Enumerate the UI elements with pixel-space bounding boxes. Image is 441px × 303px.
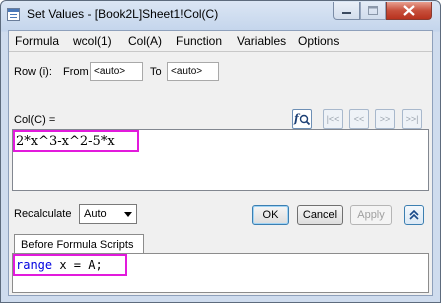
tab-before-formula-scripts[interactable]: Before Formula Scripts <box>14 234 144 254</box>
previous-icon: << <box>353 114 365 124</box>
minimize-icon <box>342 12 351 14</box>
first-icon: |<< <box>326 114 340 124</box>
next-icon: >> <box>379 114 391 124</box>
next-button[interactable]: >> <box>375 109 395 129</box>
collapse-button[interactable] <box>404 205 424 225</box>
menu-function[interactable]: Function <box>176 34 222 48</box>
maximize-icon <box>368 6 378 15</box>
close-button[interactable] <box>386 2 432 20</box>
double-chevron-up-icon <box>409 209 419 220</box>
previous-button[interactable]: << <box>349 109 369 129</box>
last-button[interactable]: >>| <box>402 109 422 129</box>
dialog-client: Formula wcol(1) Col(A) Function Variable… <box>8 30 433 296</box>
recalculate-select[interactable]: Auto <box>79 204 137 224</box>
menu-formula[interactable]: Formula <box>15 34 59 48</box>
menu-col-a[interactable]: Col(A) <box>128 34 162 48</box>
menu-wcol[interactable]: wcol(1) <box>73 34 112 48</box>
window-title: Set Values - [Book2L]Sheet1!Col(C) <box>27 7 219 21</box>
formula-highlight <box>13 130 139 152</box>
from-field[interactable]: <auto> <box>90 62 143 81</box>
menu-variables[interactable]: Variables <box>237 34 286 48</box>
menu-options[interactable]: Options <box>298 34 339 48</box>
to-label: To <box>150 66 162 78</box>
ok-button[interactable]: OK <box>252 205 289 225</box>
search-formula-button[interactable]: f <box>292 109 312 129</box>
first-button[interactable]: |<< <box>323 109 343 129</box>
menu-bar: Formula wcol(1) Col(A) Function Variable… <box>9 31 432 52</box>
maximize-button <box>360 2 386 20</box>
from-label: From <box>63 66 89 78</box>
svg-text:f: f <box>293 112 301 125</box>
search-formula-icon: f <box>293 112 311 126</box>
last-icon: >>| <box>405 114 419 124</box>
cancel-button[interactable]: Cancel <box>297 205 343 225</box>
to-field[interactable]: <auto> <box>167 62 219 81</box>
recalculate-value: Auto <box>84 208 107 220</box>
title-bar[interactable]: Set Values - [Book2L]Sheet1!Col(C) <box>1 1 440 29</box>
minimize-button[interactable] <box>333 2 360 20</box>
formula-label: Col(C) = <box>14 114 56 126</box>
recalculate-label: Recalculate <box>14 208 72 220</box>
script-highlight <box>13 254 127 276</box>
dialog-window: Set Values - [Book2L]Sheet1!Col(C) Formu… <box>0 0 441 303</box>
close-icon <box>403 5 415 16</box>
apply-button: Apply <box>350 205 392 225</box>
row-range-label: Row (i): <box>14 66 52 78</box>
dropdown-arrow-icon <box>124 212 132 217</box>
app-icon <box>7 8 20 21</box>
